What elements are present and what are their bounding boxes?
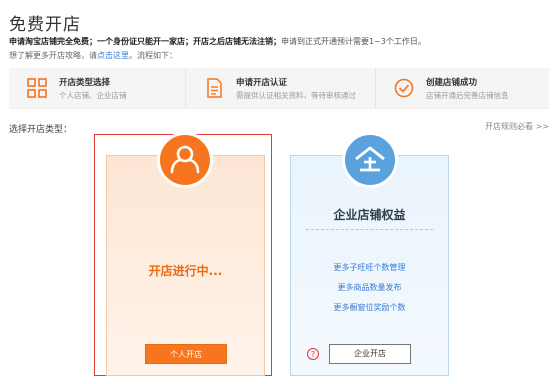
enterprise-icon-badge (342, 132, 398, 188)
guide-text: 想了解更多开店攻略，请点击这里。流程如下： (9, 50, 177, 61)
personal-icon-badge (157, 132, 213, 188)
benefit-item: 更多子旺旺个数管理 (333, 263, 406, 272)
step-title: 申请开店认证 (236, 78, 288, 88)
benefit-item: 更多橱窗位奖励个数 (333, 303, 406, 312)
step-title: 创建店铺成功 (426, 78, 478, 88)
guide-suffix: 。流程如下： (129, 51, 177, 60)
step-title: 开店类型选择 (59, 78, 111, 88)
step-apply-auth: 申请开店认证 需提供认证相关资料，等待审核通过 (185, 68, 376, 108)
guide-link[interactable]: 点击这里 (97, 51, 129, 60)
step-subtitle: 店铺开通后完善店铺信息 (426, 91, 509, 100)
step-choose-type: 开店类型选择 个人店铺、企业店铺 (9, 68, 185, 108)
document-icon (207, 78, 222, 98)
benefit-item: 更多商品数量发布 (337, 283, 402, 292)
personal-shop-button[interactable]: 个人开店 (145, 344, 227, 364)
process-steps: 开店类型选择 个人店铺、企业店铺 申请开店认证 需提供认证相关资料，等待审核通过… (9, 68, 549, 109)
rules-link[interactable]: 开店规则必看 >> (485, 121, 549, 132)
benefits-divider (306, 229, 433, 230)
person-icon (170, 145, 200, 174)
help-icon[interactable]: ? (307, 348, 319, 360)
step-subtitle: 需提供认证相关资料，等待审核通过 (236, 91, 356, 100)
enterprise-benefits-title: 企业店铺权益 (333, 208, 406, 222)
check-circle-icon (394, 78, 414, 98)
shop-progress-status: 开店进行中... (148, 264, 223, 278)
step-subtitle: 个人店铺、企业店铺 (59, 91, 127, 100)
guide-prefix: 想了解更多开店攻略，请 (9, 51, 97, 60)
page-title: 免费开店 (9, 15, 81, 35)
intro-rest: 申请到正式开通预计需要1~3个工作日。 (281, 37, 426, 46)
building-icon (355, 146, 385, 172)
enterprise-shop-button[interactable]: 企业开店 (329, 344, 411, 364)
select-type-heading: 选择开店类型： (9, 125, 73, 135)
intro-text: 申请淘宝店铺完全免费；一个身份证只能开一家店；开店之后店铺无法注销；申请到正式开… (9, 36, 426, 47)
step-shop-created: 创建店铺成功 店铺开通后完善店铺信息 (375, 68, 550, 108)
grid-icon (27, 78, 47, 98)
intro-bold: 申请淘宝店铺完全免费；一个身份证只能开一家店；开店之后店铺无法注销； (9, 37, 281, 46)
